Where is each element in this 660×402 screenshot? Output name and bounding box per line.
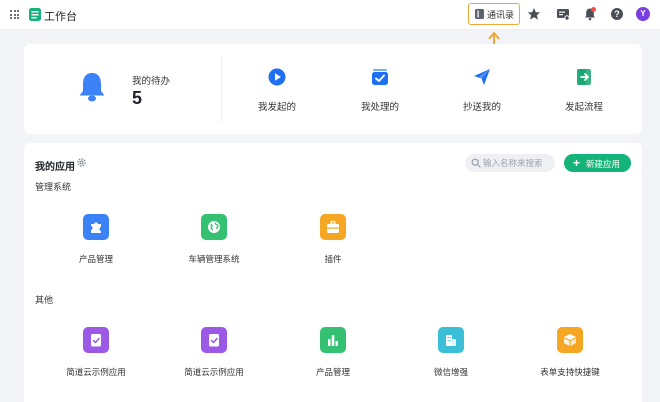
section-label-other: 其他 — [35, 295, 54, 305]
app-item[interactable]: 车辆管理系统 — [164, 214, 264, 274]
todo-summary-card: 我的待办 5 我发起的 我处理的 抄送我的 发起流程 — [24, 44, 642, 134]
bell-icon — [79, 73, 105, 102]
app-search-input[interactable] — [483, 156, 551, 170]
quick-action-label: 发起流程 — [564, 102, 603, 113]
app-name: 产品管理 — [78, 254, 113, 264]
notification-dot — [591, 7, 596, 12]
quick-action-label: 我处理的 — [360, 102, 399, 113]
app-name: 简道云示例应用 — [66, 367, 126, 377]
app-tile — [320, 327, 346, 353]
svg-text:?: ? — [614, 9, 620, 19]
toolbox-icon — [327, 220, 339, 233]
quick-action-handled[interactable]: 我处理的 — [340, 66, 420, 116]
start-process-icon — [577, 69, 591, 85]
puzzle-icon — [91, 222, 101, 233]
contacts-label: 通讯录 — [487, 10, 515, 20]
workbench-logo-icon — [29, 8, 41, 21]
check-box-icon — [372, 69, 388, 85]
gear-icon[interactable] — [76, 157, 87, 168]
app-tile — [438, 327, 464, 353]
cube-icon — [564, 334, 576, 346]
app-item[interactable]: 简道云示例应用 — [46, 327, 146, 387]
search-icon — [471, 158, 481, 168]
plus-icon: + — [573, 156, 581, 170]
quick-action-cc[interactable]: 抄送我的 — [442, 66, 522, 116]
app-search-box[interactable] — [465, 154, 555, 172]
message-board-icon[interactable] — [556, 7, 570, 21]
app-item[interactable]: 产品管理 — [283, 327, 383, 387]
app-item[interactable]: 简道云示例应用 — [164, 327, 264, 387]
play-circle-icon — [268, 68, 286, 86]
clipboard-check-icon — [209, 334, 219, 347]
app-tile — [320, 214, 346, 240]
help-icon[interactable]: ? — [610, 7, 624, 21]
contacts-button[interactable]: 通讯录 — [468, 3, 520, 25]
new-app-button[interactable]: + 新建应用 — [564, 154, 631, 172]
app-tile — [83, 327, 109, 353]
my-apps-card: 我的应用 + 新建应用 管理系统 产品管理 车辆管理系统 — [24, 143, 642, 402]
grid-menu-icon[interactable] — [10, 10, 19, 19]
app-tile — [201, 214, 227, 240]
todo-count[interactable]: 5 — [132, 88, 142, 109]
app-name: 车辆管理系统 — [188, 254, 240, 264]
section-label-management: 管理系统 — [35, 182, 72, 192]
todo-label: 我的待办 — [132, 76, 171, 87]
app-tile — [557, 327, 583, 353]
quick-action-start-process[interactable]: 发起流程 — [544, 66, 624, 116]
app-tile — [201, 327, 227, 353]
top-bar: 工作台 通讯录 ? Y — [0, 0, 660, 30]
quick-action-label: 抄送我的 — [462, 102, 501, 113]
app-item[interactable]: 表单支持快捷键 — [520, 327, 620, 387]
app-item[interactable]: 产品管理 — [46, 214, 146, 274]
app-title: 工作台 — [44, 11, 77, 23]
building-icon — [446, 335, 456, 346]
my-apps-title: 我的应用 — [35, 162, 75, 173]
clipboard-check-icon — [91, 334, 101, 347]
globe-icon — [208, 221, 220, 233]
app-name: 插件 — [324, 254, 342, 264]
app-item[interactable]: 微信增强 — [401, 327, 501, 387]
send-plane-icon — [474, 69, 490, 85]
star-icon[interactable] — [527, 7, 541, 21]
app-name: 产品管理 — [315, 367, 350, 377]
quick-action-label: 我发起的 — [257, 102, 296, 113]
app-name: 简道云示例应用 — [184, 367, 244, 377]
divider — [221, 56, 222, 122]
contacts-book-icon — [475, 9, 484, 19]
app-tile — [83, 214, 109, 240]
bar-chart-icon — [328, 335, 338, 346]
new-app-label: 新建应用 — [586, 159, 621, 169]
app-name: 表单支持快捷键 — [540, 367, 600, 377]
app-name: 微信增强 — [433, 367, 468, 377]
app-item[interactable]: 插件 — [283, 214, 383, 274]
avatar[interactable]: Y — [636, 7, 650, 21]
quick-action-initiated[interactable]: 我发起的 — [237, 66, 317, 116]
